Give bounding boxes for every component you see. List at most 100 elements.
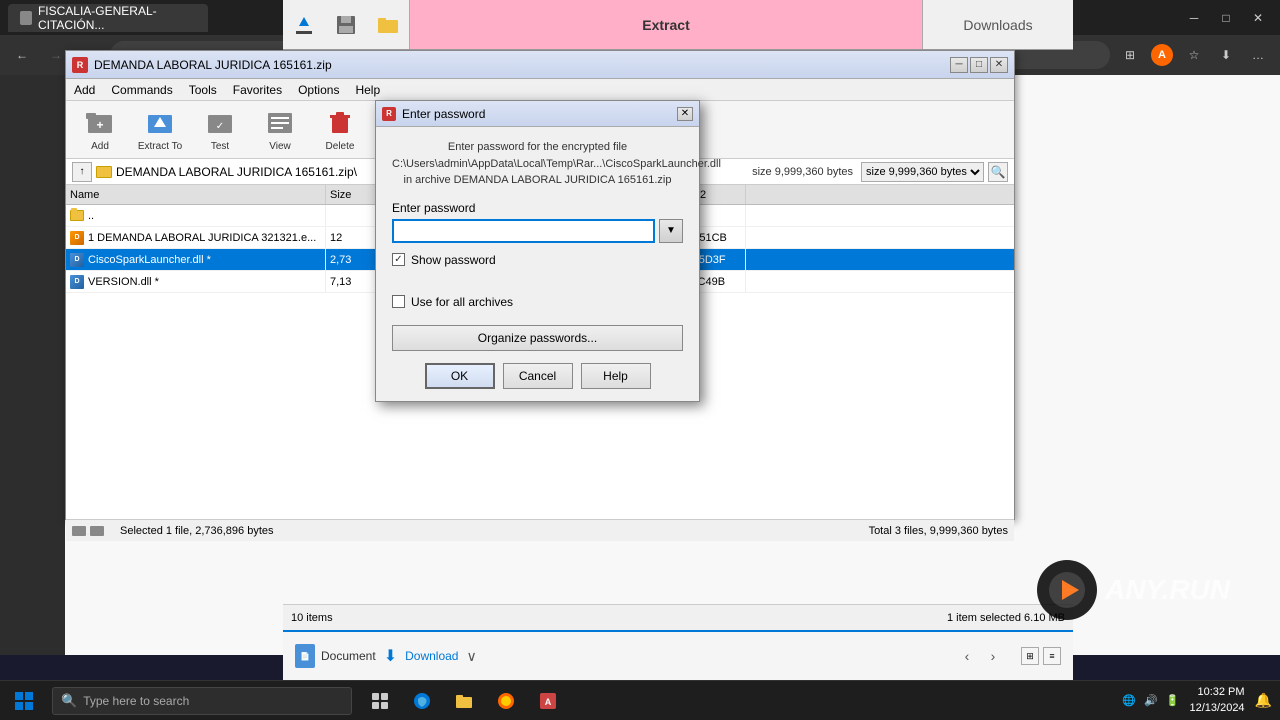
edge-browser-icon[interactable]	[402, 681, 442, 720]
extract-toolbar: Extract Downloads	[283, 0, 1073, 50]
browser-minimize[interactable]: ─	[1180, 4, 1208, 32]
status-icons	[72, 526, 104, 536]
anyrun-text: ANY.RUN	[1105, 574, 1230, 606]
items-count: 10 items	[291, 612, 333, 624]
extract-to-icon	[144, 107, 176, 139]
tray-volume-icon[interactable]: 🔊	[1144, 694, 1158, 707]
path-up-button[interactable]: ↑	[72, 162, 92, 182]
account-icon[interactable]: A	[1148, 41, 1176, 69]
download-file-icon: 📄	[295, 644, 315, 668]
taskbar-tray: 🌐 🔊 🔋 10:32 PM 12/13/2024 🔔	[1114, 685, 1280, 716]
page-sidebar	[0, 75, 65, 655]
task-view-icon	[370, 691, 390, 711]
menu-tools[interactable]: Tools	[181, 81, 225, 99]
download-arrow-icon: ⬇	[384, 646, 397, 666]
menu-commands[interactable]: Commands	[103, 81, 180, 99]
toolbar-delete[interactable]: Delete	[312, 105, 368, 155]
taskbar: 🔍 Type here to search A 🌐 🔊	[0, 680, 1280, 720]
path-search-button[interactable]: 🔍	[988, 162, 1008, 182]
delete-icon	[324, 107, 356, 139]
winrar-menubar: Add Commands Tools Favorites Options Hel…	[66, 79, 1014, 101]
svg-text:A: A	[545, 697, 552, 707]
downloads-nav-next[interactable]: ›	[981, 644, 1005, 668]
favorites-icon[interactable]: ☆	[1180, 41, 1208, 69]
show-password-row: Show password	[392, 253, 683, 267]
file-name-cell: D CiscoSparkLauncher.dll *	[66, 249, 326, 270]
password-dialog: R Enter password ✕ Enter password for th…	[375, 100, 700, 402]
toolbar-extract-to[interactable]: Extract To	[132, 105, 188, 155]
notification-center-icon[interactable]: 🔔	[1255, 692, 1272, 709]
toolbar-delete-label: Delete	[326, 141, 355, 152]
path-size-dropdown[interactable]: size 9,999,360 bytes	[861, 162, 984, 182]
add-icon: +	[84, 107, 116, 139]
downloads-bar: 📄 Document ⬇ Download ∨ ‹ › ⊞ ≡	[283, 630, 1073, 680]
download-chevron[interactable]: ∨	[466, 648, 476, 665]
search-placeholder: Type here to search	[83, 694, 189, 708]
extensions-icon[interactable]: ⊞	[1116, 41, 1144, 69]
download-browser-icon[interactable]: ⬇	[1212, 41, 1240, 69]
anyrun-watermark: ANY.RUN	[1037, 560, 1230, 620]
nav-back[interactable]: ←	[8, 41, 36, 69]
start-button[interactable]	[0, 681, 48, 720]
winrar-maximize[interactable]: □	[970, 57, 988, 73]
organize-passwords-button[interactable]: Organize passwords...	[392, 325, 683, 351]
file-name-cell: D 1 DEMANDA LABORAL JURIDICA 321321.e...	[66, 227, 326, 248]
firefox-icon[interactable]	[486, 681, 526, 720]
grid-view-icon[interactable]: ⊞	[1021, 647, 1039, 665]
toolbar-view[interactable]: View	[252, 105, 308, 155]
app-icon[interactable]: A	[528, 681, 568, 720]
extract-tab[interactable]: Extract	[409, 0, 923, 49]
toolbar-add[interactable]: + Add	[72, 105, 128, 155]
tab-favicon	[20, 11, 32, 25]
list-view-icon[interactable]: ≡	[1043, 647, 1061, 665]
path-size: size 9,999,360 bytes	[748, 166, 857, 178]
show-password-checkbox[interactable]	[392, 253, 405, 266]
search-icon: 🔍	[61, 693, 77, 709]
save-icon	[334, 13, 358, 37]
windows-logo	[15, 692, 33, 710]
help-button[interactable]: Help	[581, 363, 651, 389]
extract-toolbar-save[interactable]	[325, 8, 367, 42]
file-explorer-icon[interactable]	[444, 681, 484, 720]
menu-help[interactable]: Help	[347, 81, 388, 99]
show-password-label: Show password	[411, 253, 496, 267]
password-dropdown[interactable]: ▼	[659, 219, 683, 243]
toolbar-test-label: Test	[211, 141, 229, 152]
file-browser-statusbar: 10 items 1 item selected 6.10 MB	[283, 604, 1073, 630]
winrar-close[interactable]: ✕	[990, 57, 1008, 73]
password-input[interactable]	[392, 219, 655, 243]
toolbar-add-label: Add	[91, 141, 109, 152]
password-label: Enter password	[392, 201, 683, 215]
doc-icon: D	[70, 231, 84, 245]
cancel-button[interactable]: Cancel	[503, 363, 573, 389]
generic-app-icon: A	[538, 691, 558, 711]
folder-up-icon	[70, 210, 84, 221]
col-name[interactable]: Name	[66, 185, 326, 204]
ok-button[interactable]: OK	[425, 363, 495, 389]
menu-favorites[interactable]: Favorites	[225, 81, 290, 99]
tray-network-icon[interactable]: 🌐	[1122, 694, 1136, 707]
tray-clock[interactable]: 10:32 PM 12/13/2024	[1190, 685, 1245, 716]
toolbar-view-label: View	[269, 141, 291, 152]
dialog-close-button[interactable]: ✕	[677, 107, 693, 121]
winrar-minimize[interactable]: ─	[950, 57, 968, 73]
browser-tab-active[interactable]: FISCALIA-GENERAL-CITACIÓN...	[8, 4, 208, 32]
winrar-title: DEMANDA LABORAL JURIDICA 165161.zip	[94, 58, 944, 72]
taskbar-pinned-apps: A	[360, 681, 568, 720]
menu-options[interactable]: Options	[290, 81, 347, 99]
download-action-label[interactable]: Download	[405, 649, 458, 663]
path-archive-icon	[96, 166, 112, 178]
settings-icon[interactable]: …	[1244, 41, 1272, 69]
menu-add[interactable]: Add	[66, 81, 103, 99]
downloads-nav-prev[interactable]: ‹	[955, 644, 979, 668]
use-for-all-checkbox[interactable]	[392, 295, 405, 308]
downloads-tab[interactable]: Downloads	[923, 0, 1073, 49]
task-view-button[interactable]	[360, 681, 400, 720]
folder-icon	[376, 13, 400, 37]
taskbar-search[interactable]: 🔍 Type here to search	[52, 687, 352, 715]
extract-toolbar-folder[interactable]	[367, 8, 409, 42]
toolbar-test[interactable]: ✓ Test	[192, 105, 248, 155]
browser-close[interactable]: ✕	[1244, 4, 1272, 32]
extract-toolbar-download[interactable]	[283, 8, 325, 42]
browser-maximize[interactable]: □	[1212, 4, 1240, 32]
